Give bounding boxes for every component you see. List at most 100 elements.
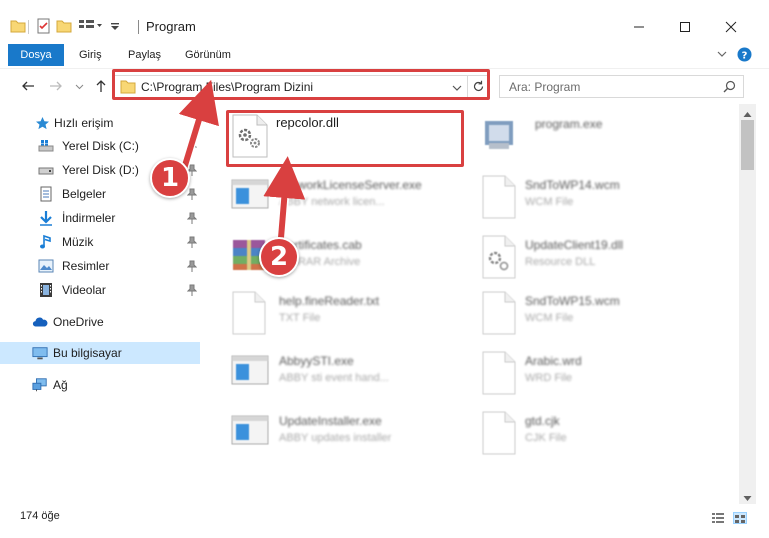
file-item[interactable]: gtd.cjk CJK File — [479, 410, 719, 460]
maximize-button[interactable] — [662, 14, 708, 40]
file-item[interactable]: help.fineReader.txt TXT File — [229, 290, 469, 340]
search-box[interactable]: Ara: Program — [499, 75, 744, 98]
pin-icon — [186, 236, 198, 248]
blank-file-icon — [479, 410, 521, 456]
network-icon — [32, 377, 48, 393]
file-name: UpdateInstaller.exe — [279, 414, 382, 428]
arrow-up-icon — [96, 80, 106, 92]
sidebar-item-label: Resimler — [62, 259, 110, 273]
file-name: UpdateClient19.dll — [525, 238, 624, 252]
help-icon[interactable]: ? — [737, 47, 752, 65]
forward-button[interactable] — [48, 78, 64, 94]
file-item[interactable]: SndToWP14.wcm WCM File — [479, 174, 719, 224]
app-window-icon — [229, 410, 271, 456]
tab-dosya[interactable]: Dosya — [8, 44, 64, 66]
file-item[interactable]: SndToWP15.wcm WCM File — [479, 290, 719, 340]
sidebar-item-onedrive[interactable]: OneDrive — [0, 311, 200, 333]
step-badge-1: 1 — [150, 158, 190, 198]
sidebar-item-label: İndirmeler — [62, 211, 116, 225]
videos-icon — [38, 282, 54, 298]
view-options-icon[interactable] — [78, 18, 102, 36]
file-type: CJK File — [525, 432, 567, 444]
tab-giris[interactable]: Giriş — [79, 49, 102, 61]
blank-file-icon — [229, 290, 271, 336]
drive-icon — [38, 162, 54, 178]
file-type: ABBY network licen... — [279, 196, 385, 208]
arrow-right-icon — [50, 81, 62, 91]
blank-file-icon — [479, 350, 521, 396]
arrow-left-icon — [22, 81, 34, 91]
chevron-down-icon — [75, 84, 83, 89]
app-window-icon — [229, 174, 271, 220]
search-icon[interactable] — [723, 80, 736, 96]
scroll-up-icon[interactable] — [743, 107, 752, 121]
tab-paylas[interactable]: Paylaş — [128, 49, 161, 61]
sidebar-item-label: Yerel Disk (C:) — [62, 139, 139, 153]
folder-icon — [10, 18, 26, 36]
file-type: WCM File — [525, 312, 574, 324]
sidebar-item-this-pc[interactable]: Bu bilgisayar — [0, 342, 200, 364]
file-name: Arabic.wrd — [525, 354, 582, 368]
large-icons-view-icon[interactable] — [733, 512, 747, 524]
tab-gorunum[interactable]: Görünüm — [185, 49, 231, 61]
sidebar-item-downloads[interactable]: İndirmeler — [0, 207, 200, 229]
file-type: ABBY sti event hand... — [279, 372, 389, 384]
sidebar-item-label: Bu bilgisayar — [53, 346, 122, 360]
exe-icon — [479, 113, 521, 159]
back-button[interactable] — [20, 78, 36, 94]
sidebar-item-videos[interactable]: Videolar — [0, 279, 200, 301]
minimize-button[interactable] — [616, 14, 662, 40]
minimize-icon — [634, 26, 644, 28]
file-name: SndToWP15.wcm — [525, 294, 620, 308]
close-icon — [725, 21, 737, 33]
file-name: program.exe — [535, 117, 603, 131]
sidebar-item-label: Ağ — [53, 378, 68, 392]
file-type: ABBY updates installer — [279, 432, 392, 444]
sidebar-item-quick-access[interactable]: Hızlı erişim — [0, 112, 200, 134]
pin-icon — [186, 284, 198, 296]
file-item[interactable]: NetworkLicenseServer.exe ABBY network li… — [229, 174, 469, 224]
computer-icon — [32, 345, 48, 361]
details-view-icon[interactable] — [711, 512, 725, 524]
windows-drive-icon — [38, 138, 54, 154]
file-item[interactable]: Arabic.wrd WRD File — [479, 350, 719, 400]
new-folder-icon[interactable] — [56, 18, 72, 36]
pin-icon — [186, 260, 198, 272]
file-item[interactable]: UpdateInstaller.exe ABBY updates install… — [229, 410, 469, 460]
file-type: WRD File — [525, 372, 573, 384]
svg-text:?: ? — [742, 51, 748, 62]
blank-file-icon — [479, 174, 521, 220]
file-item[interactable]: AbbyySTI.exe ABBY sti event hand... — [229, 350, 469, 400]
window-title: Program — [146, 19, 196, 34]
file-type: Resource DLL — [525, 256, 596, 268]
file-item-program-exe[interactable]: program.exe — [479, 113, 719, 163]
file-name: gtd.cjk — [525, 414, 560, 428]
up-button[interactable] — [93, 78, 109, 94]
pin-icon — [186, 212, 198, 224]
sidebar-item-network[interactable]: Ağ — [0, 374, 200, 396]
documents-icon — [38, 186, 54, 202]
expand-ribbon-icon[interactable] — [716, 48, 728, 63]
dll-gear-icon — [479, 234, 521, 280]
scroll-thumb[interactable] — [741, 120, 754, 170]
blank-file-icon — [479, 290, 521, 336]
pin-icon — [186, 140, 198, 152]
file-name: NetworkLicenseServer.exe — [279, 178, 422, 192]
customize-toolbar-icon[interactable] — [108, 18, 122, 36]
sidebar-item-label: OneDrive — [53, 315, 104, 329]
file-item[interactable]: UpdateClient19.dll Resource DLL — [479, 234, 719, 284]
sidebar-item-music[interactable]: Müzik — [0, 231, 200, 253]
address-highlight — [112, 69, 490, 100]
vertical-scrollbar[interactable] — [739, 104, 756, 504]
close-button[interactable] — [708, 14, 754, 40]
recent-locations-button[interactable] — [74, 78, 84, 94]
sidebar-item-label: Hızlı erişim — [54, 116, 114, 130]
music-icon — [38, 234, 54, 250]
sidebar-item-local-disk-c[interactable]: Yerel Disk (C:) — [0, 135, 200, 157]
properties-icon[interactable] — [36, 18, 52, 36]
sidebar-item-pictures[interactable]: Resimler — [0, 255, 200, 277]
qa-divider — [28, 20, 29, 34]
ribbon-tabs: Dosya Giriş Paylaş Görünüm ? — [0, 44, 769, 66]
pin-icon — [186, 188, 198, 200]
downloads-icon — [38, 210, 54, 226]
